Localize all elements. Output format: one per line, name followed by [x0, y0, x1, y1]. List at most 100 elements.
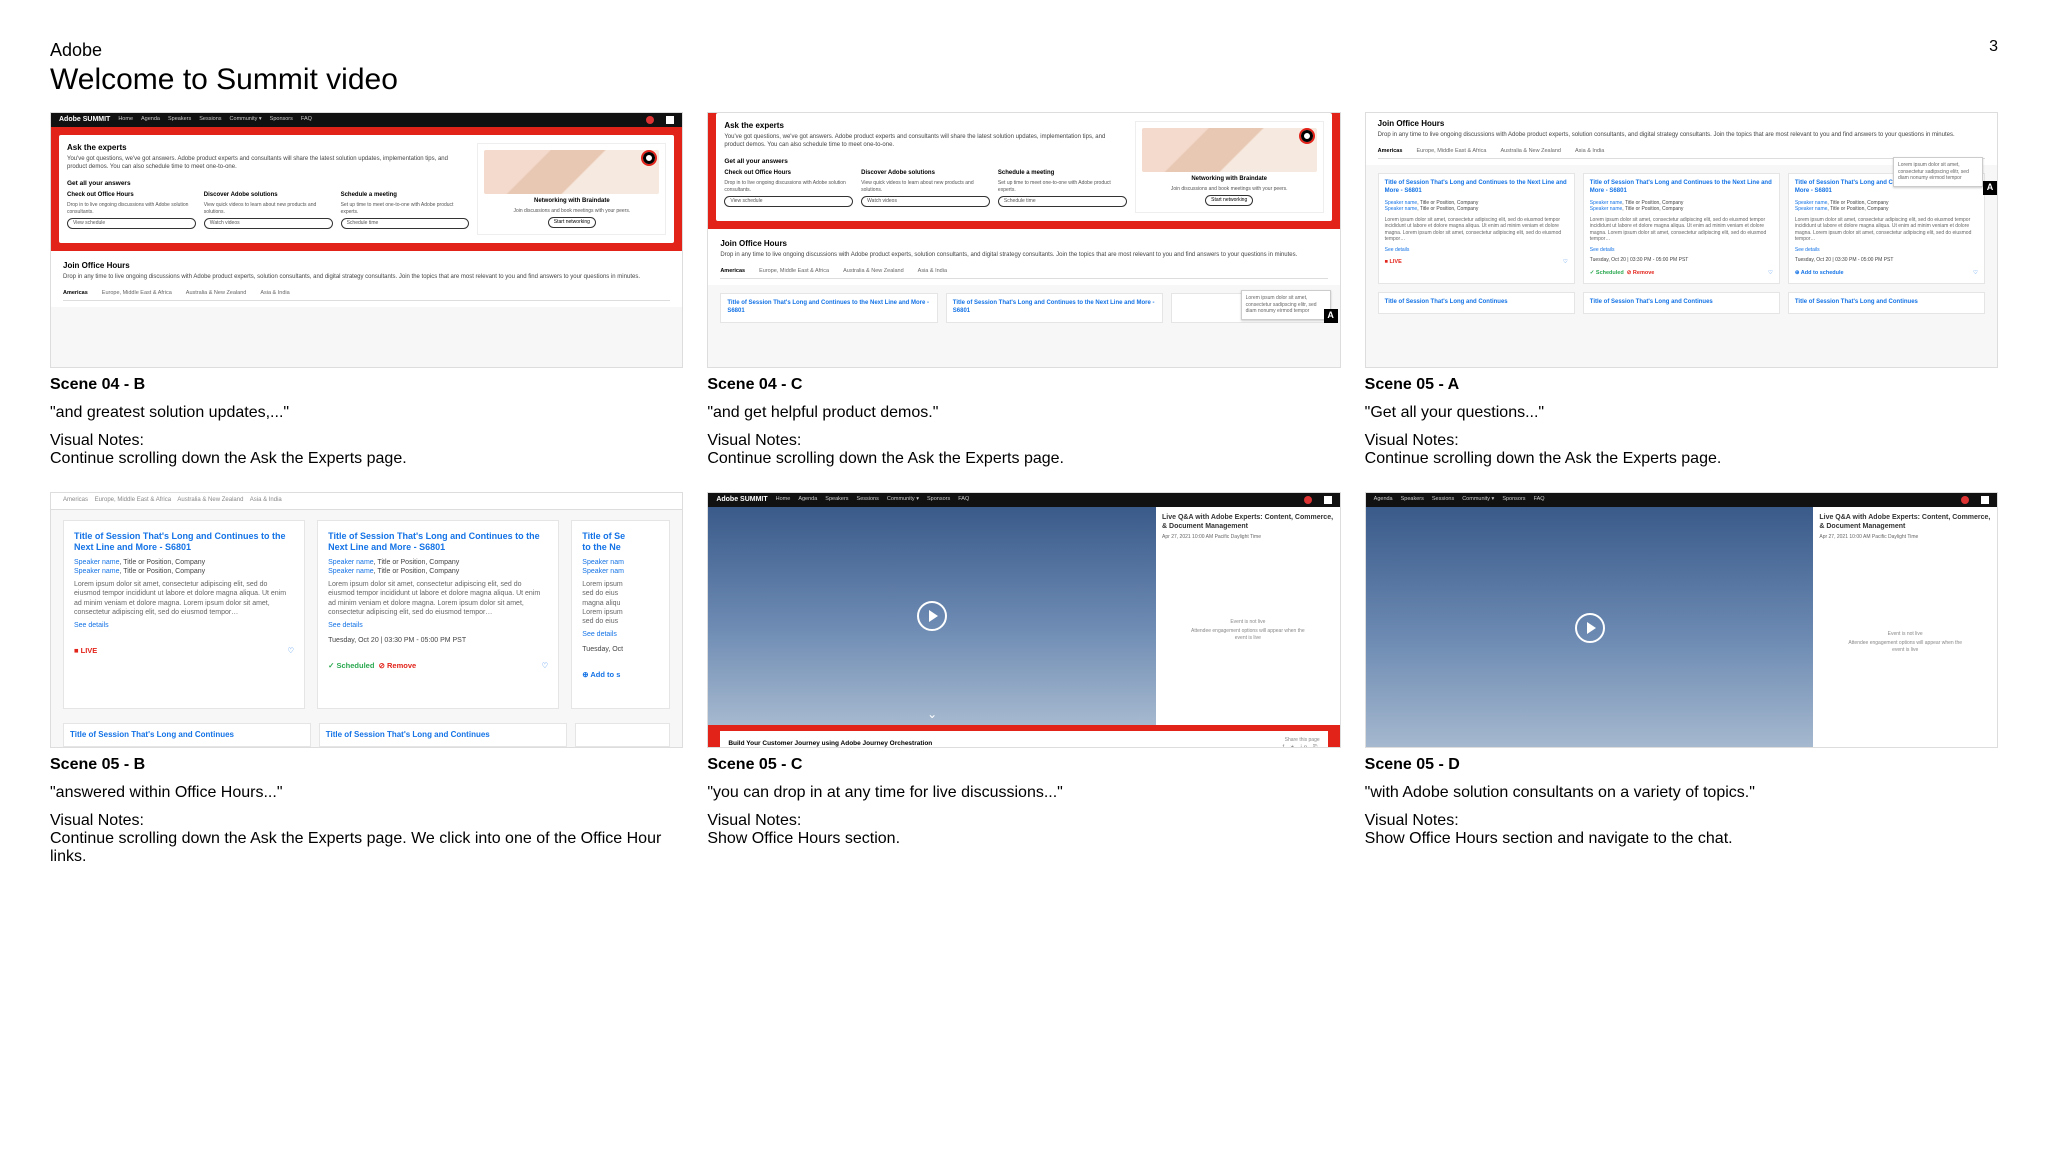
- mini-navbar: Adobe SUMMIT Home Agenda Speakers Sessio…: [51, 113, 682, 127]
- remove-button[interactable]: ⊘ Remove: [379, 661, 417, 670]
- speaker-link[interactable]: Speaker name: [1385, 200, 1418, 206]
- cta-button[interactable]: View schedule: [67, 218, 196, 229]
- thumbnail: Join Office Hours Drop in any time to li…: [1365, 112, 1998, 368]
- tab[interactable]: Americas: [63, 290, 88, 297]
- share-label: Share this page: [1282, 737, 1319, 744]
- session-card[interactable]: Title of Session That's Long and Continu…: [1378, 292, 1575, 314]
- heart-icon[interactable]: ♡: [1973, 270, 1978, 277]
- speaker: Speaker nam Speaker nam: [582, 558, 659, 576]
- video-area[interactable]: [1366, 507, 1814, 748]
- page-number: 3: [1989, 38, 1998, 56]
- session-card[interactable]: Title of Session That's Long and Continu…: [1583, 173, 1780, 284]
- session-title: Title of Session That's Long and Continu…: [1590, 299, 1773, 307]
- session-card[interactable]: [575, 723, 671, 747]
- see-details[interactable]: See details: [582, 630, 659, 639]
- nav-item: Sessions: [199, 116, 221, 123]
- session-card[interactable]: Title of Session That's Long and Continu…: [1378, 173, 1575, 284]
- speaker-link[interactable]: Speaker name: [1590, 206, 1623, 212]
- col-body: Set up time to meet one-to-one with Adob…: [998, 180, 1127, 193]
- cta-button[interactable]: View schedule: [724, 196, 853, 207]
- speaker-link[interactable]: Speaker name: [328, 568, 374, 575]
- heart-icon[interactable]: ♡: [1563, 259, 1568, 266]
- add-button[interactable]: ⊕ Add to s: [582, 670, 620, 680]
- section-body: Drop in any time to live ongoing discuss…: [720, 252, 1327, 260]
- cta-button[interactable]: Schedule time: [341, 218, 470, 229]
- right-title: Networking with Braindate: [534, 198, 610, 206]
- tab[interactable]: Americas: [1378, 148, 1403, 155]
- speaker-link[interactable]: Speaker name: [1795, 206, 1828, 212]
- speaker-link[interactable]: Speaker name: [328, 559, 374, 566]
- play-icon[interactable]: [917, 601, 947, 631]
- scene-label: Scene 04 - C: [707, 376, 1340, 394]
- session-title: Title of Session That's Long and Continu…: [70, 730, 304, 740]
- speaker-link[interactable]: Speaker nam: [582, 568, 624, 575]
- heart-icon[interactable]: ♡: [542, 661, 549, 671]
- session-title: Title of Session That's Long and Continu…: [1795, 299, 1978, 307]
- below-title: Build Your Customer Journey using Adobe …: [728, 740, 932, 748]
- chevron-down-icon[interactable]: ⌄: [927, 707, 937, 723]
- tab[interactable]: Asia & India: [260, 290, 289, 297]
- adobe-badge-icon: A: [1324, 309, 1338, 323]
- video-sidepanel: Live Q&A with Adobe Experts: Content, Co…: [1156, 507, 1340, 725]
- see-details[interactable]: See details: [1385, 247, 1568, 254]
- session-card[interactable]: Title of Session That's Long and Continu…: [720, 293, 937, 323]
- hero-sub: Get all your answers: [67, 180, 469, 188]
- section-body: Drop in any time to live ongoing discuss…: [1378, 132, 1985, 140]
- section-title: Join Office Hours: [63, 261, 670, 271]
- tab[interactable]: Asia & India: [918, 268, 947, 275]
- nav-item: Community ▾: [230, 116, 262, 123]
- session-card[interactable]: Title of Session That's Long and Continu…: [946, 293, 1163, 323]
- heart-icon[interactable]: ♡: [1768, 270, 1773, 277]
- see-details[interactable]: See details: [74, 621, 294, 630]
- scene-label: Scene 05 - A: [1365, 376, 1998, 394]
- cta-button[interactable]: Start networking: [548, 217, 596, 228]
- thumbnail: Agenda Speakers Sessions Community ▾ Spo…: [1365, 492, 1998, 748]
- tab[interactable]: Australia & New Zealand: [186, 290, 247, 297]
- notes-body: Continue scrolling down the Ask the Expe…: [1365, 450, 1998, 468]
- session-card[interactable]: Title of Session That's Long and Continu…: [1788, 173, 1985, 284]
- heart-icon[interactable]: ♡: [287, 646, 294, 656]
- right-title: Networking with Braindate: [1191, 176, 1267, 184]
- session-card[interactable]: Title of Session That's Long and Continu…: [319, 723, 567, 747]
- speaker-link[interactable]: Speaker nam: [582, 559, 624, 566]
- session-card[interactable]: Title of Session That's Long and Continu…: [1788, 292, 1985, 314]
- speaker-link[interactable]: Speaker name: [1795, 200, 1828, 206]
- session-card[interactable]: Title of Session That's Long and Continu…: [317, 520, 559, 709]
- session-card[interactable]: Title of Session That's Long and Continu…: [1583, 292, 1780, 314]
- social-icons[interactable]: f ✶ in ⎘: [1282, 745, 1319, 749]
- tab[interactable]: Asia & India: [1575, 148, 1604, 155]
- tab[interactable]: Europe, Middle East & Africa: [1416, 148, 1486, 155]
- tab[interactable]: Americas: [720, 268, 745, 275]
- tab[interactable]: Australia & New Zealand: [1500, 148, 1561, 155]
- remove-button[interactable]: ⊘ Remove: [1627, 270, 1655, 276]
- session-desc: Lorem ipsum dolor sit amet, consectetur …: [74, 580, 294, 616]
- speaker-link[interactable]: Speaker name: [74, 559, 120, 566]
- session-card[interactable]: Title of Session That's Long and Continu…: [63, 723, 311, 747]
- speaker-link[interactable]: Speaker name: [1590, 200, 1623, 206]
- storyboard-cell: Join Office Hours Drop in any time to li…: [1365, 112, 1998, 468]
- cta-button[interactable]: Watch videos: [861, 196, 990, 207]
- see-details[interactable]: See details: [1795, 247, 1978, 254]
- notes-heading: Visual Notes:: [1365, 432, 1998, 450]
- session-card[interactable]: Title of Session That's Long and Continu…: [63, 520, 305, 709]
- cta-button[interactable]: Start networking: [1205, 195, 1253, 206]
- session-card[interactable]: Title of Seto the Ne Speaker namSpeaker …: [571, 520, 670, 709]
- tab[interactable]: Europe, Middle East & Africa: [102, 290, 172, 297]
- tab[interactable]: Europe, Middle East & Africa: [759, 268, 829, 275]
- cta-button[interactable]: Schedule time: [998, 196, 1127, 207]
- session-card[interactable]: Lorem ipsum dolor sit amet, consectetur …: [1171, 293, 1327, 323]
- brand: Adobe: [50, 40, 1998, 61]
- notes-heading: Visual Notes:: [1365, 812, 1998, 830]
- tab[interactable]: Australia & New Zealand: [843, 268, 904, 275]
- session-date: Tuesday, Oct 20 | 03:30 PM - 05:00 PM PS…: [328, 636, 548, 645]
- speaker-link[interactable]: Speaker name: [74, 568, 120, 575]
- add-button[interactable]: ⊕ Add to schedule: [1795, 270, 1844, 277]
- see-details[interactable]: See details: [328, 621, 548, 630]
- scene-label: Scene 04 - B: [50, 376, 683, 394]
- see-details[interactable]: See details: [1590, 247, 1773, 254]
- thumbnail: Adobe SUMMIT Home Agenda Speakers Sessio…: [50, 112, 683, 368]
- speaker-link[interactable]: Speaker name: [1385, 206, 1418, 212]
- video-area[interactable]: ⌄: [708, 507, 1156, 725]
- cta-button[interactable]: Watch videos: [204, 218, 333, 229]
- play-icon[interactable]: [1575, 613, 1605, 643]
